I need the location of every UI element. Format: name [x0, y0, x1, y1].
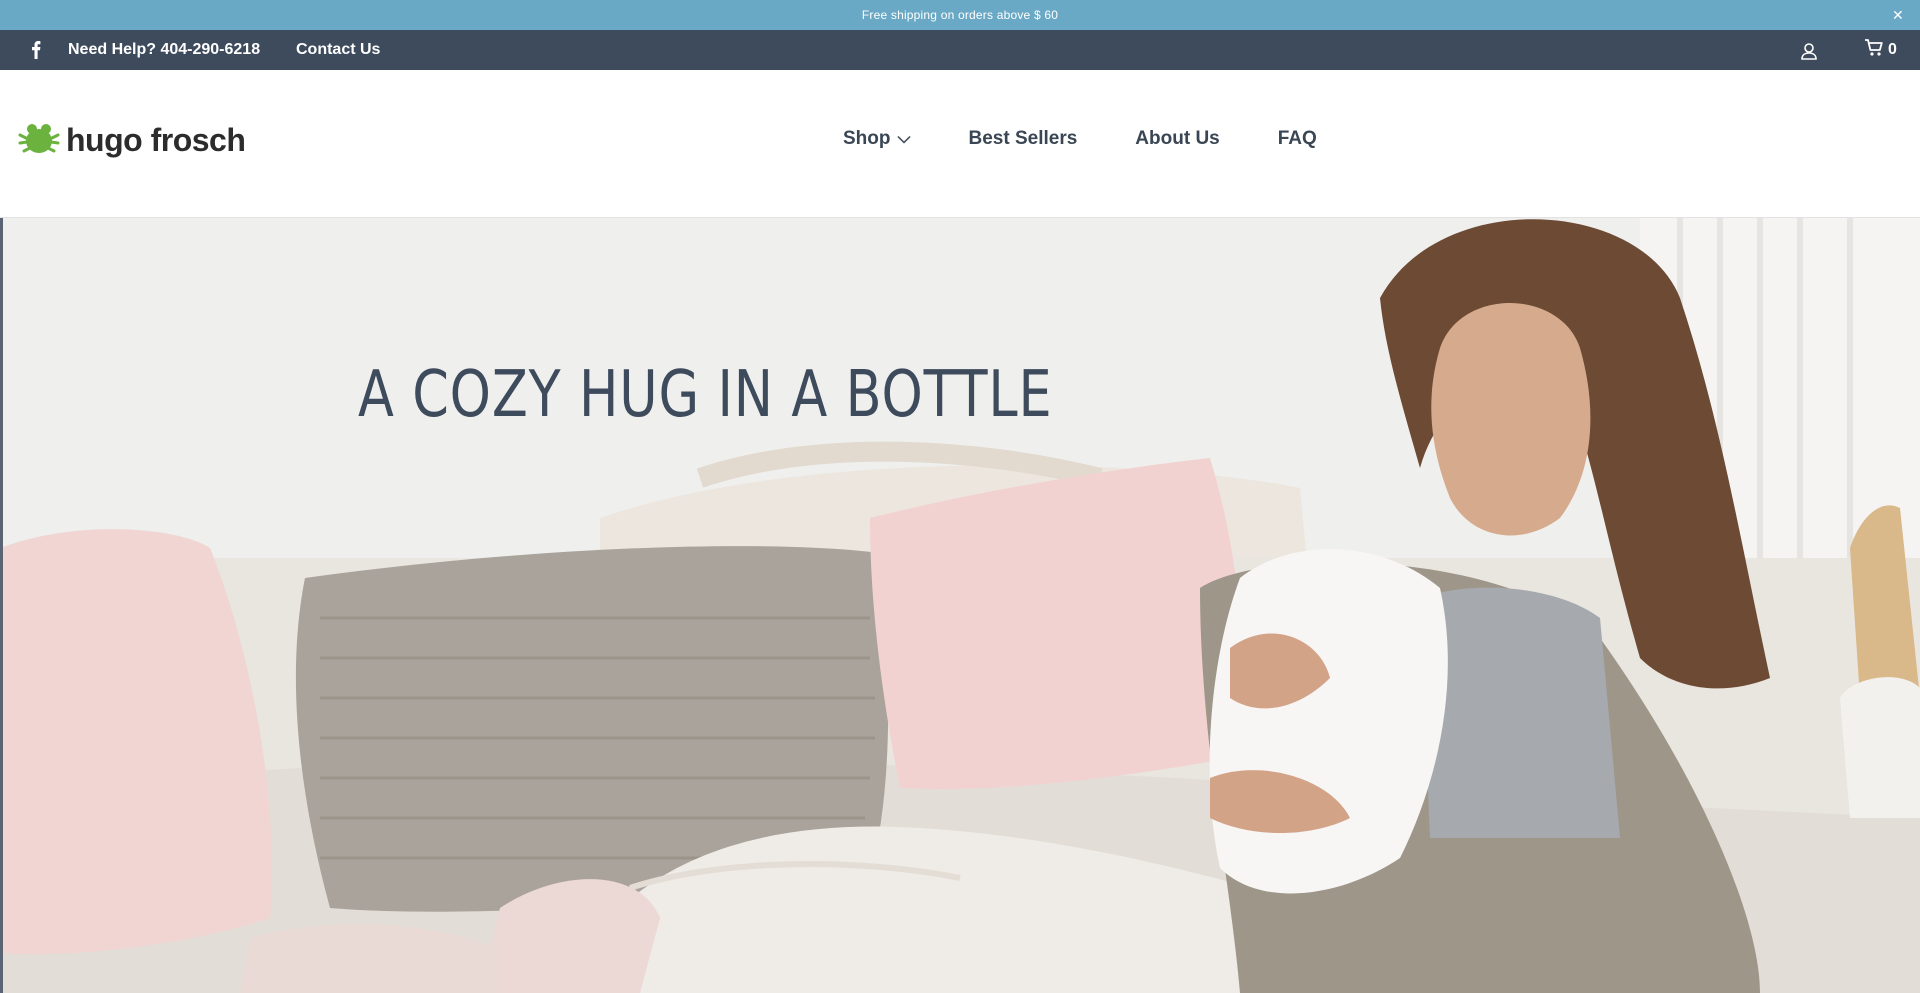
nav-best-sellers[interactable]: Best Sellers: [969, 128, 1078, 150]
hero-left-edge: [0, 218, 3, 993]
contact-us-link[interactable]: Contact Us: [296, 40, 380, 60]
facebook-icon[interactable]: [26, 40, 46, 60]
help-phone[interactable]: Need Help? 404-290-6218: [68, 40, 260, 60]
announcement-text: Free shipping on orders above $ 60: [861, 8, 1059, 22]
user-icon[interactable]: [1798, 40, 1820, 62]
utility-bar: Need Help? 404-290-6218 Contact Us 0: [0, 30, 1920, 70]
site-header: hugo frosch Shop Best Sellers About Us F…: [0, 70, 1920, 218]
hero-headline: A COZY HUG IN A BOTTLE: [358, 358, 1053, 432]
hero-banner[interactable]: A COZY HUG IN A BOTTLE: [0, 218, 1920, 993]
nav-shop-label: Shop: [843, 128, 891, 149]
cart-button[interactable]: 0: [1864, 38, 1897, 62]
nav-faq[interactable]: FAQ: [1278, 128, 1317, 150]
close-icon[interactable]: ✕: [1888, 5, 1908, 25]
frog-logo-icon: [18, 121, 60, 160]
chevron-down-icon: [896, 128, 911, 150]
logo[interactable]: hugo frosch: [18, 120, 246, 160]
main-nav: Shop Best Sellers About Us FAQ: [843, 128, 1317, 150]
nav-about-us[interactable]: About Us: [1135, 128, 1219, 150]
announcement-bar: Free shipping on orders above $ 60 ✕: [0, 0, 1920, 30]
cart-count: 0: [1888, 41, 1897, 58]
cart-icon: [1864, 38, 1884, 62]
hero-image: [0, 218, 1920, 993]
logo-text: hugo frosch: [66, 121, 246, 158]
nav-shop[interactable]: Shop: [843, 128, 911, 150]
